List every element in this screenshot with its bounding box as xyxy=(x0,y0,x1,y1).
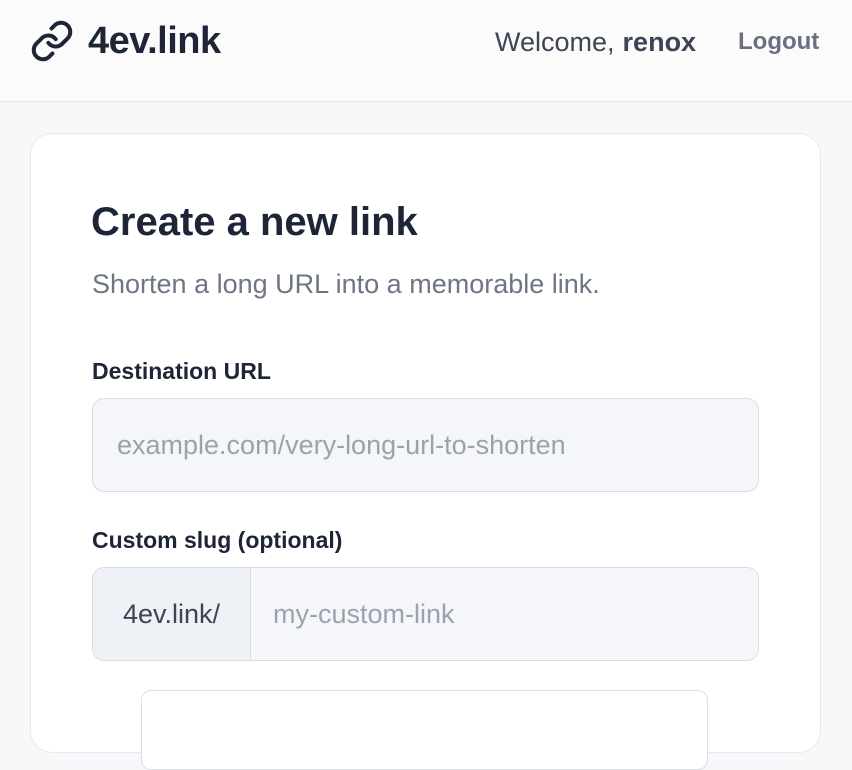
brand-logo[interactable]: 4ev.link xyxy=(30,18,221,64)
link-icon xyxy=(31,20,73,62)
submit-button[interactable] xyxy=(141,690,708,770)
slug-prefix: 4ev.link/ xyxy=(93,568,251,660)
destination-url-input[interactable] xyxy=(93,399,758,491)
username: renox xyxy=(622,26,697,57)
custom-slug-input[interactable] xyxy=(251,568,758,660)
brand-name: 4ev.link xyxy=(88,19,221,62)
welcome-message: Welcome, renox xyxy=(495,24,696,60)
destination-url-label: Destination URL xyxy=(92,358,271,384)
top-bar: 4ev.link Welcome, renox Logout xyxy=(0,0,852,102)
create-link-card: Create a new link Shorten a long URL int… xyxy=(30,133,821,770)
custom-slug-label: Custom slug (optional) xyxy=(92,527,343,553)
custom-slug-field: 4ev.link/ xyxy=(92,567,759,661)
welcome-prefix: Welcome, xyxy=(495,26,615,57)
logout-button[interactable]: Logout xyxy=(738,24,819,60)
destination-url-field xyxy=(92,398,759,492)
page-subtitle: Shorten a long URL into a memorable link… xyxy=(92,269,600,299)
page-title: Create a new link xyxy=(91,200,418,244)
